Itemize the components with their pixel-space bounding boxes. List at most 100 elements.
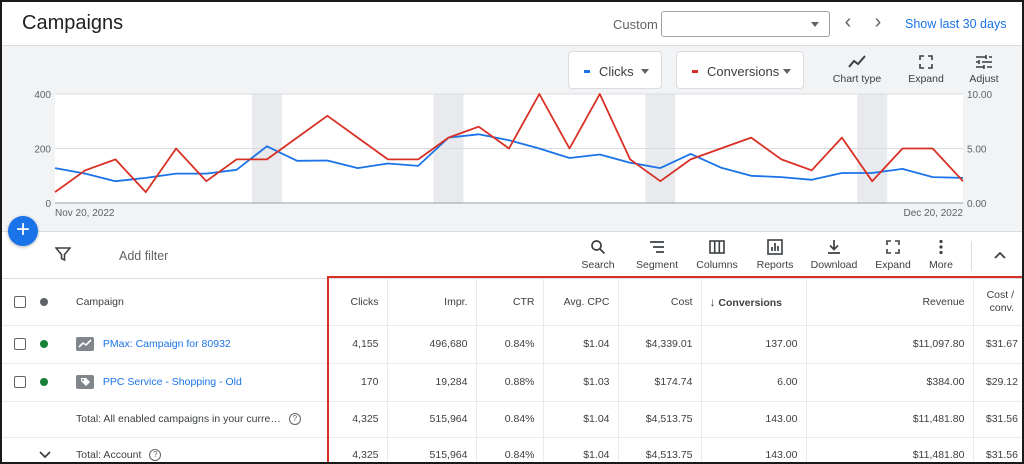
segment-label: Segment [635,259,679,271]
avg-cpc-cell: $1.04 [542,401,618,438]
chart-adjust-button[interactable]: Adjust [962,54,1006,85]
chart-type-button[interactable]: Chart type [828,54,886,85]
chart-panel: 0 0.00 200 5.00 400 10.00 Nov 20, 2022 Dec 20, … [2,46,1022,232]
row-status-cell [38,325,68,364]
expand-icon [886,240,900,254]
conversions-legend-swatch [692,70,698,73]
conversions-cell: 6.00 [700,363,806,402]
chart-adjust-label: Adjust [969,73,999,85]
revenue-cell: $11,481.80 [805,401,973,438]
left-tick-label: 200 [34,145,51,156]
cost-conv-header[interactable]: Cost / conv. [972,279,1022,326]
cost-cell: $4,339.01 [617,325,701,364]
performance-max-icon [76,337,94,351]
clicks-cell: 170 [326,363,387,402]
cost-header[interactable]: Cost [617,279,701,326]
expand-cell [38,437,68,462]
ctr-cell: 0.84% [475,437,543,462]
ctr-cell: 0.88% [475,363,543,402]
add-button[interactable]: + [8,216,38,246]
enabled-status-dot-icon[interactable] [40,340,48,349]
right-tick-label: 10.00 [967,90,992,101]
show-last-30-days-link[interactable]: Show last 30 days [905,17,1006,31]
right-tick-label: 5.00 [967,145,987,156]
conversions-cell: 143.00 [700,401,806,438]
row-select-cell [2,325,38,364]
clicks-cell: 4,325 [326,437,387,462]
table-expand-button[interactable]: Expand [872,239,914,271]
cost-conv-cell: $31.56 [972,401,1022,438]
ctr-header[interactable]: CTR [475,279,543,326]
clicks-header[interactable]: Clicks [326,279,387,326]
avg-cpc-cell: $1.04 [542,437,618,462]
x-end-label: Dec 20, 2022 [904,208,964,219]
metric-conversions-dropdown[interactable]: Conversions [676,51,804,89]
download-button[interactable]: Download [808,239,860,271]
revenue-header[interactable]: Revenue [805,279,973,326]
toolbar-divider [971,241,972,271]
add-filter-button[interactable]: Add filter [119,249,168,263]
campaign-link[interactable]: PPC Service - Shopping - Old [103,376,242,388]
status-dot-icon [40,297,48,306]
date-range-select[interactable] [661,11,830,37]
plus-icon: + [15,216,30,243]
chevron-down-icon [783,69,791,74]
tune-icon [976,55,992,69]
row-checkbox[interactable] [14,376,26,389]
segment-button[interactable]: Segment [634,239,680,271]
sort-arrow-down-icon: ↓ [709,294,716,309]
app-frame: Campaigns Custom ‹ › Show last 30 days 0… [0,0,1024,464]
status-header[interactable] [38,279,68,326]
campaign-link[interactable]: PMax: Campaign for 80932 [103,338,231,350]
date-range-label: Custom [613,17,658,32]
select-all-checkbox[interactable] [14,295,26,308]
row-select-cell [2,363,38,402]
conversions-cell: 143.00 [700,437,806,462]
enabled-status-dot-icon[interactable] [40,378,48,387]
avg-cpc-header[interactable]: Avg. CPC [542,279,618,326]
chart-expand-button[interactable]: Expand [902,54,950,85]
reports-button[interactable]: Reports [754,239,796,271]
chart-type-icon [848,55,866,68]
x-start-label: Nov 20, 2022 [55,208,115,219]
campaign-cell: PPC Service - Shopping - Old [68,363,327,402]
avg-cpc-cell: $1.03 [542,363,618,402]
more-button[interactable]: More [924,239,958,271]
help-icon[interactable]: ? [288,413,301,426]
columns-button[interactable]: Columns [694,239,740,271]
filter-icon[interactable] [55,246,71,262]
chart-expand-label: Expand [908,73,944,85]
empty-cell [2,401,38,438]
help-icon[interactable]: ? [149,449,162,462]
search-icon [591,240,606,255]
columns-label: Columns [696,259,738,271]
conversions-header-label: Conversions [718,296,783,309]
impr-cell: 515,964 [386,401,476,438]
conversions-header[interactable]: ↓ Conversions [700,279,806,326]
revenue-cell: $11,481.80 [805,437,973,462]
previous-period-button[interactable]: ‹ [836,11,860,35]
shopping-tag-icon [76,375,94,389]
table-toolbar: Add filter Search Segment Columns Report… [2,233,1022,279]
campaign-header[interactable]: Campaign [68,279,327,326]
total-label-cell: Total: All enabled campaigns in your cur… [68,401,327,438]
total-account-row: Total: Account? 4,325 515,964 0.84% $1.0… [2,437,1022,462]
cost-cell: $4,513.75 [617,401,701,438]
revenue-cell: $11,097.80 [805,325,973,364]
empty-cell [38,401,68,438]
chevron-up-icon[interactable] [992,247,1008,263]
clicks-legend-swatch [584,70,590,73]
impr-header[interactable]: Impr. [386,279,476,326]
clicks-cell: 4,155 [326,325,387,364]
avg-cpc-cell: $1.04 [542,325,618,364]
chevron-down-icon[interactable] [38,447,52,461]
empty-cell [2,437,38,462]
impr-cell: 19,284 [386,363,476,402]
metric-clicks-dropdown[interactable]: Clicks [568,51,662,89]
next-period-button[interactable]: › [866,11,890,35]
row-checkbox[interactable] [14,338,26,351]
dropdown-caret-icon [811,22,819,27]
ctr-cell: 0.84% [475,401,543,438]
search-button[interactable]: Search [578,239,618,271]
table-row: PMax: Campaign for 80932 4,155 496,680 0… [2,325,1022,364]
